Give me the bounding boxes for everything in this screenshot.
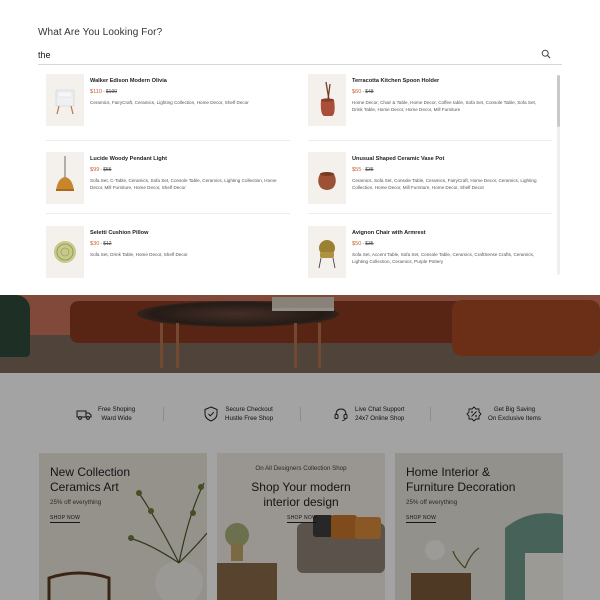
result-categories: Sofa Set, Accent Table, Sofa Set, Consol… bbox=[352, 252, 535, 264]
feature-item: Get Big Saving On Exclusive Items bbox=[466, 403, 541, 425]
result-categories: Home Decor, Chair & Table, Home Decor, C… bbox=[352, 100, 537, 112]
card-title-line2: Ceramics Art bbox=[50, 480, 119, 494]
collection-card-ceramics[interactable]: New Collection Ceramics Art 25% off ever… bbox=[39, 453, 207, 600]
result-price: $60-$48 bbox=[352, 89, 374, 95]
cushion-thumb[interactable] bbox=[46, 226, 84, 278]
shop-now-link[interactable]: SHOP NOW bbox=[50, 515, 81, 523]
pendant-light-thumb[interactable] bbox=[46, 152, 84, 204]
feature-subtitle: On Exclusive Items bbox=[488, 415, 541, 422]
collection-cards: New Collection Ceramics Art 25% off ever… bbox=[0, 450, 600, 600]
result-item[interactable]: Unusual Shaped Ceramic Vase Pot $55-$35 … bbox=[302, 148, 552, 210]
feature-title: Get Big Saving bbox=[493, 406, 536, 413]
feature-title: Secure Checkout bbox=[225, 406, 273, 413]
card-title-line1: New Collection bbox=[50, 465, 131, 479]
divider bbox=[308, 213, 552, 214]
search-results: Walker Edison Modern Olivia $110-$100 Ce… bbox=[40, 70, 560, 280]
feature-subtitle: 24x7 Online Shop bbox=[355, 415, 405, 422]
table-leg bbox=[294, 323, 297, 368]
plant-image bbox=[0, 295, 30, 357]
result-item[interactable]: Avignon Chair with Armrest $50-$35 Sofa … bbox=[302, 222, 552, 280]
shop-now-link[interactable]: SHOP NOW bbox=[287, 515, 318, 523]
divider bbox=[163, 407, 164, 421]
divider bbox=[300, 407, 301, 421]
result-item[interactable]: Lucide Woody Pendant Light $99-$55 Sofa … bbox=[40, 148, 290, 210]
result-item[interactable]: Seletti Cushion Pillow $30-$12 Sofa Set,… bbox=[40, 222, 290, 280]
features-bar: Free Shoping Ward Wide Secure Checkout Hus… bbox=[0, 373, 600, 450]
feature-title: Live Chat Support bbox=[355, 406, 405, 413]
table-leg bbox=[160, 323, 163, 368]
armchair-image bbox=[452, 300, 600, 356]
scrollbar-thumb[interactable] bbox=[557, 75, 560, 127]
books-image bbox=[272, 297, 334, 311]
divider bbox=[430, 407, 431, 421]
feature-subtitle: Ward Wide bbox=[101, 415, 132, 422]
result-title[interactable]: Walker Edison Modern Olivia bbox=[90, 78, 167, 84]
card-title-line1: Home Interior & bbox=[406, 465, 491, 479]
card-pretitle: On All Designers Collection Shop bbox=[255, 465, 347, 472]
headset-icon bbox=[334, 408, 348, 421]
card-subtitle: 25% off everything bbox=[406, 499, 458, 506]
card-title-line1: Shop Your modern bbox=[251, 480, 351, 494]
search-input[interactable] bbox=[38, 45, 562, 65]
result-categories: Ceramics, Sofa Set, Console Table, Ceram… bbox=[352, 178, 537, 190]
feature-title: Free Shoping bbox=[98, 406, 136, 413]
search-panel: What Are You Looking For? Walker Edison … bbox=[0, 0, 600, 295]
result-title[interactable]: Seletti Cushion Pillow bbox=[90, 230, 148, 236]
feature-item: Secure Checkout Hustle Free Shop bbox=[203, 403, 273, 425]
table-leg bbox=[176, 323, 179, 368]
card-subtitle: 25% off everything bbox=[50, 499, 102, 506]
result-title[interactable]: Lucide Woody Pendant Light bbox=[90, 156, 167, 162]
vase-pot-thumb[interactable] bbox=[308, 152, 346, 204]
result-price: $110-$100 bbox=[90, 89, 118, 95]
card-title-line2: Furniture Decoration bbox=[406, 480, 516, 494]
page: What Are You Looking For? Walker Edison … bbox=[0, 0, 600, 600]
hero-banner-image bbox=[0, 295, 600, 373]
result-price: $99-$55 bbox=[90, 167, 112, 173]
feature-item: Free Shoping Ward Wide bbox=[76, 403, 135, 425]
shop-now-link[interactable]: SHOP NOW bbox=[406, 515, 437, 523]
search-heading: What Are You Looking For? bbox=[38, 27, 163, 38]
truck-icon bbox=[76, 410, 92, 420]
nightstand-thumb[interactable] bbox=[46, 74, 84, 126]
feature-item: Live Chat Support 24x7 Online Shop bbox=[333, 403, 405, 425]
result-price: $50-$35 bbox=[352, 241, 374, 247]
result-categories: Ceramics, FairyCraft, Ceramics, Lighting… bbox=[90, 100, 249, 105]
search-icon[interactable] bbox=[541, 49, 551, 59]
collection-card-home-interior[interactable]: Home Interior & Furniture Decoration 25%… bbox=[395, 453, 563, 600]
result-price: $30-$12 bbox=[90, 241, 112, 247]
results-scrollbar[interactable] bbox=[557, 75, 560, 275]
result-categories: Sofa Set, Drink Table, Home Decor, Shelf… bbox=[90, 252, 188, 257]
divider bbox=[46, 213, 290, 214]
divider bbox=[308, 140, 552, 141]
collection-card-interior[interactable]: On All Designers Collection Shop Shop Yo… bbox=[217, 453, 385, 600]
card-title-line2: interior design bbox=[263, 495, 339, 509]
result-title[interactable]: Terracotta Kitchen Spoon Holder bbox=[352, 78, 439, 84]
result-title[interactable]: Unusual Shaped Ceramic Vase Pot bbox=[352, 156, 444, 162]
result-item[interactable]: Walker Edison Modern Olivia $110-$100 Ce… bbox=[40, 70, 290, 132]
discount-badge-icon bbox=[466, 406, 482, 422]
result-price: $55-$35 bbox=[352, 167, 374, 173]
result-categories: Sofa Set, C-Table, Ceramics, Sofa Set, C… bbox=[90, 178, 277, 190]
divider bbox=[46, 140, 290, 141]
result-title[interactable]: Avignon Chair with Armrest bbox=[352, 230, 426, 236]
shield-check-icon bbox=[204, 406, 218, 422]
spoon-holder-thumb[interactable] bbox=[308, 74, 346, 126]
table-leg bbox=[318, 323, 321, 368]
armchair-thumb[interactable] bbox=[308, 226, 346, 278]
result-item[interactable]: Terracotta Kitchen Spoon Holder $60-$48 … bbox=[302, 70, 552, 132]
living-room-image bbox=[217, 515, 385, 600]
feature-subtitle: Hustle Free Shop bbox=[225, 415, 274, 422]
